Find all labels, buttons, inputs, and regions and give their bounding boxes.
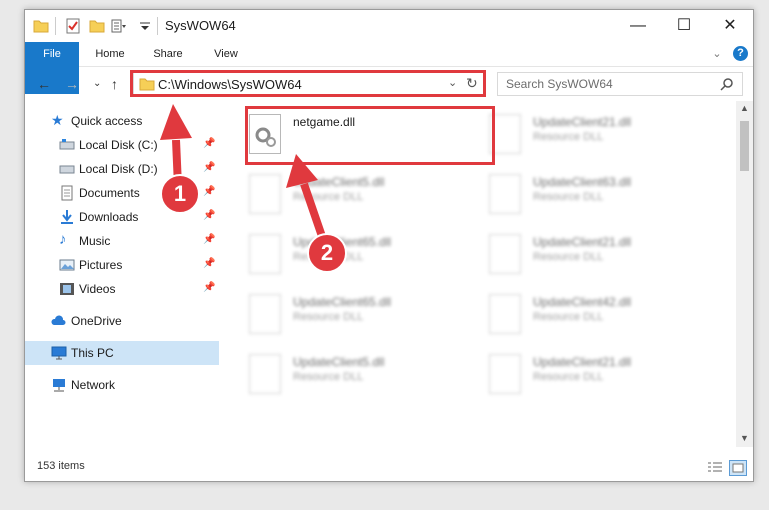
step-1-badge: 1 [160,174,200,214]
annotation-arrows [160,104,330,250]
step-2-badge: 2 [307,233,347,273]
